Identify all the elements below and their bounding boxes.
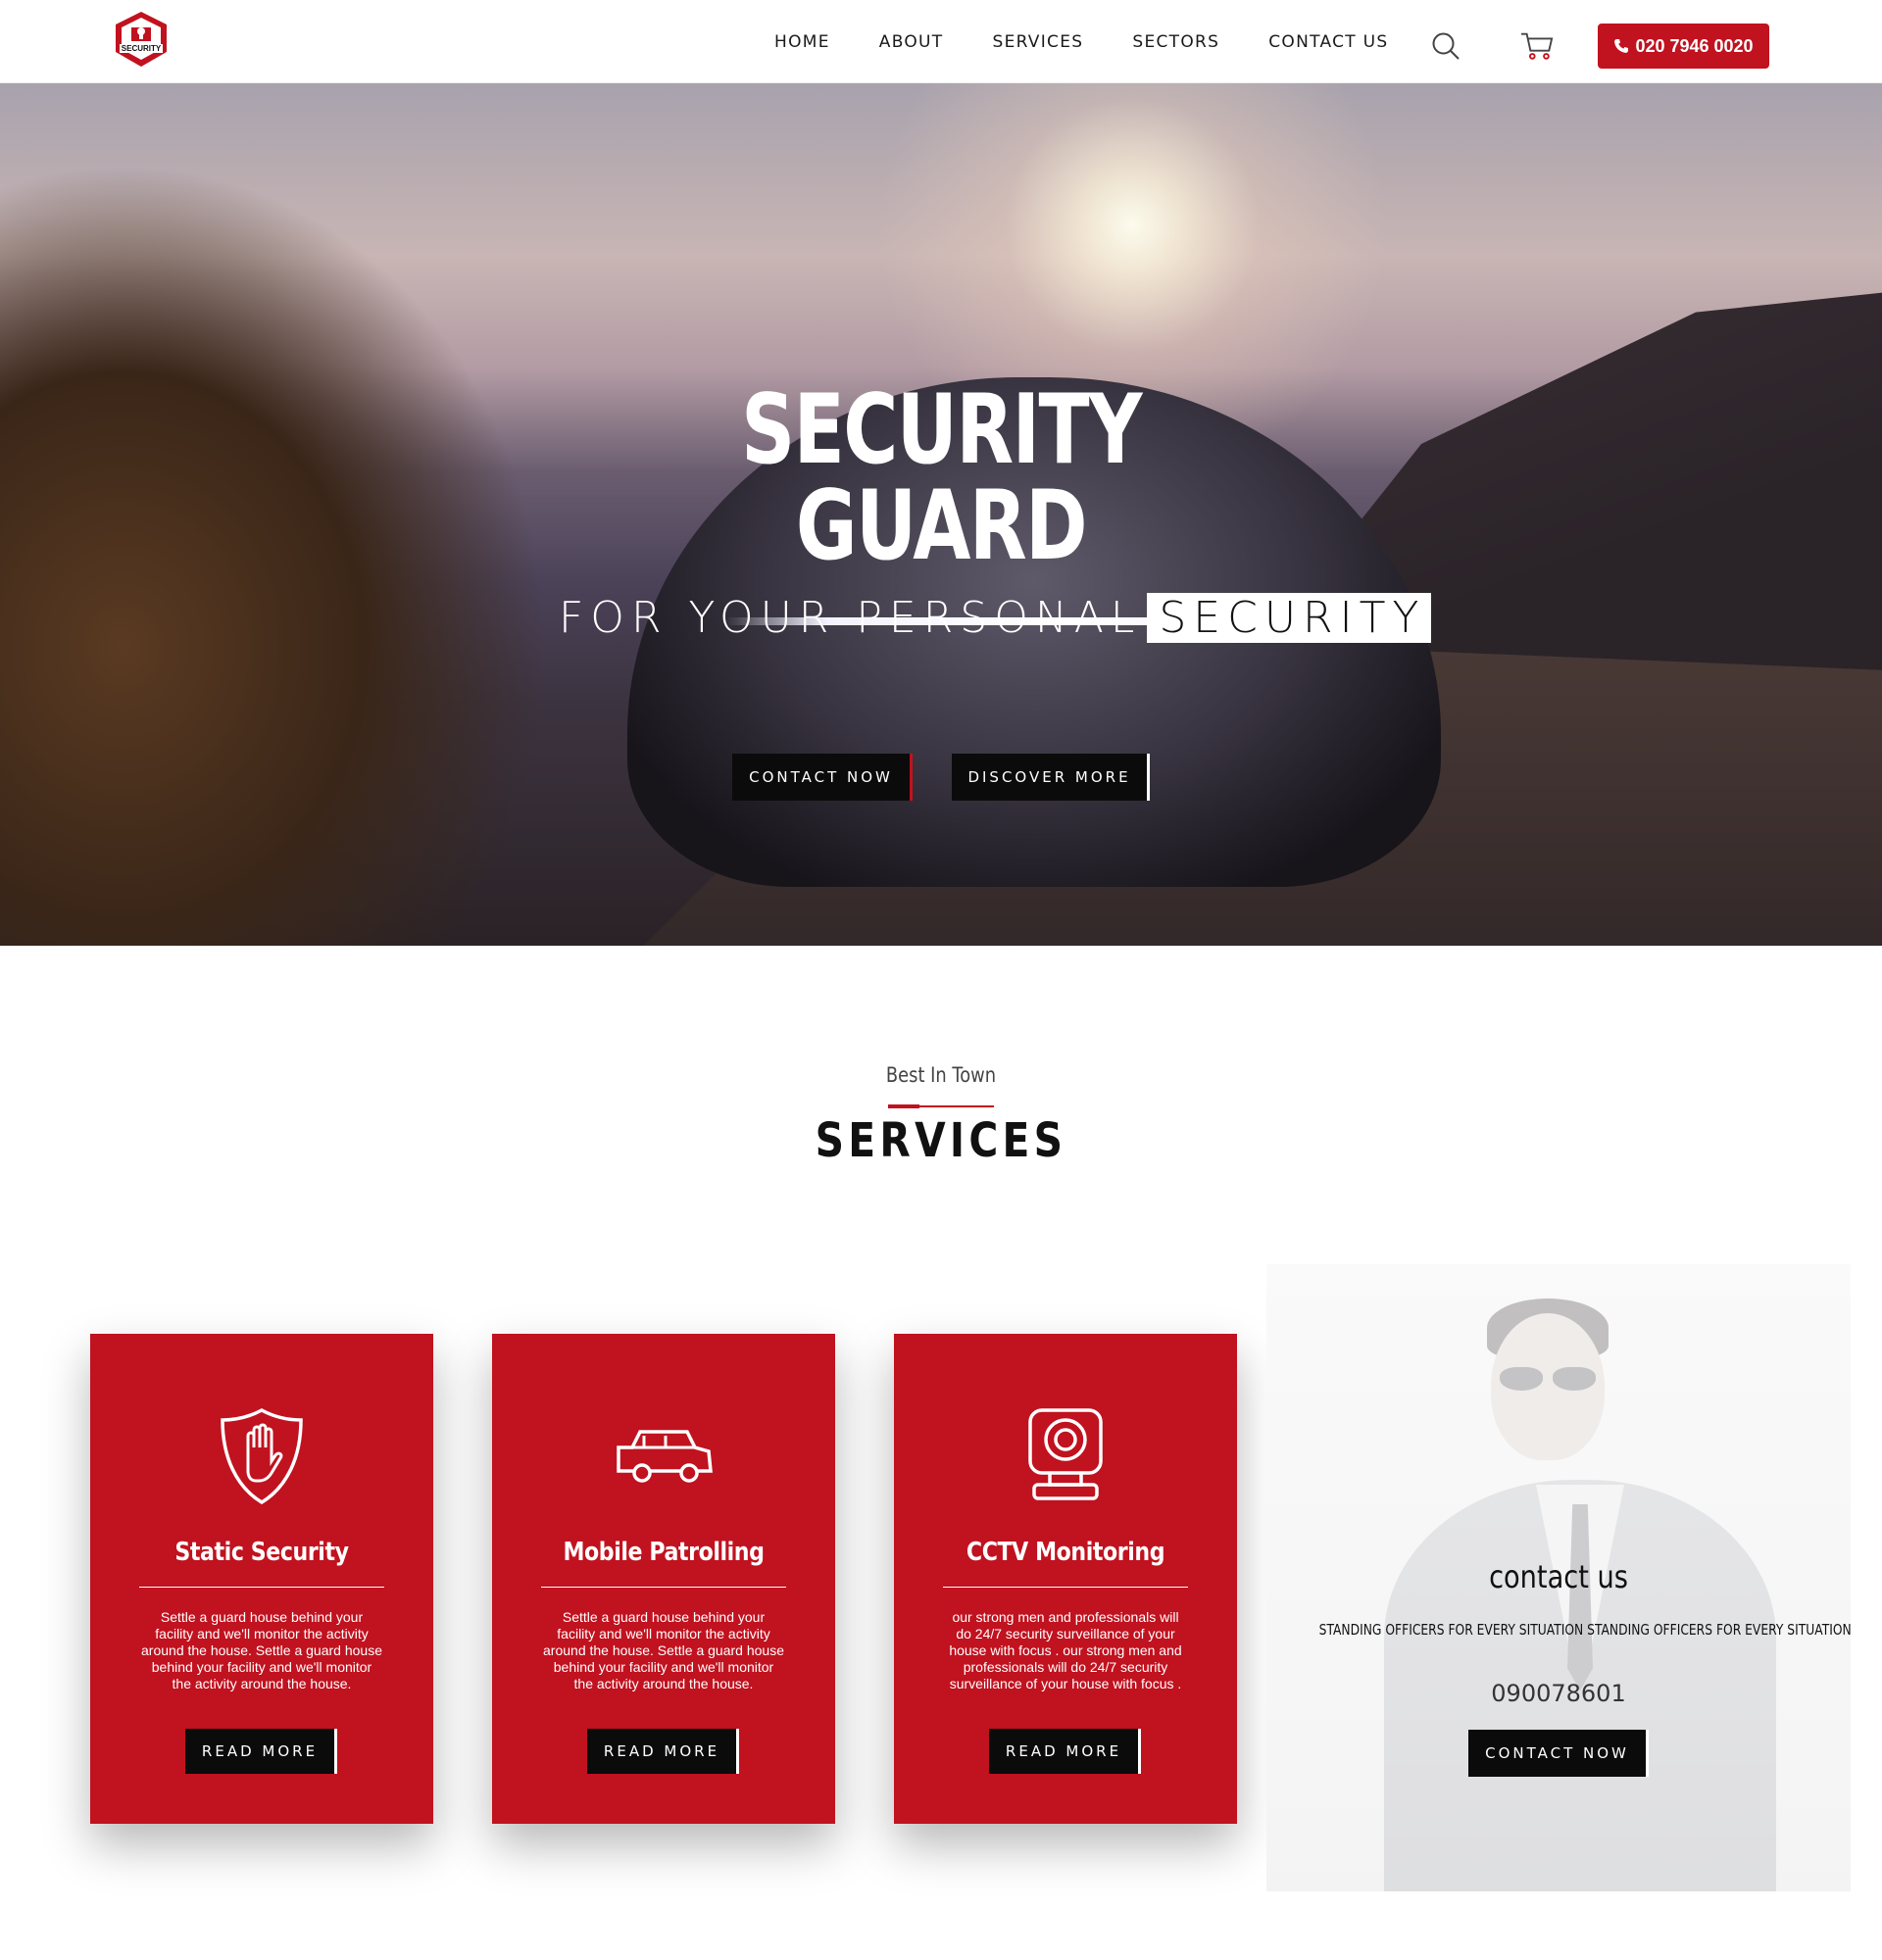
logo-text: SECURITY	[122, 44, 162, 53]
search-icon	[1432, 32, 1460, 60]
cart-button[interactable]	[1520, 29, 1554, 63]
service-card-mobile-patrolling: Mobile Patrolling Settle a guard house b…	[492, 1334, 835, 1824]
services-divider	[888, 1104, 994, 1108]
services-title: SERVICES	[815, 1113, 1067, 1168]
hero-subtitle-prefix: FOR YOUR PERSONAL	[559, 592, 1142, 643]
nav-about[interactable]: ABOUT	[879, 32, 944, 52]
services-kicker: Best In Town	[885, 1063, 997, 1087]
shield-hand-icon	[203, 1402, 321, 1510]
hero-section: SECURITY GUARD FOR YOUR PERSONAL SECURIT…	[0, 83, 1882, 946]
card-text: Settle a guard house behind your facilit…	[543, 1609, 784, 1691]
read-more-button[interactable]: READ MORE	[989, 1729, 1141, 1774]
hero-title-line2: GUARD	[795, 470, 1088, 582]
phone-number: 020 7946 0020	[1635, 35, 1754, 56]
card-title: Mobile Patrolling	[563, 1538, 765, 1567]
card-text: Settle a guard house behind your facilit…	[141, 1609, 382, 1691]
card-title: Static Security	[174, 1538, 349, 1567]
contact-now-button[interactable]: CONTACT NOW	[1468, 1730, 1649, 1777]
card-text: our strong men and professionals will do…	[949, 1609, 1182, 1691]
nav-services[interactable]: SERVICES	[992, 32, 1083, 52]
read-more-button[interactable]: READ MORE	[185, 1729, 337, 1774]
site-header: SECURITY HOME ABOUT SERVICES SECTORS CON…	[0, 0, 1882, 83]
hero-contact-now-button[interactable]: CONTACT NOW	[732, 754, 913, 801]
hero-title-line1: SECURITY	[741, 374, 1142, 486]
nav-home[interactable]: HOME	[774, 32, 830, 52]
phone-button[interactable]: 020 7946 0020	[1598, 24, 1769, 69]
contact-panel: contact us STANDING OFFICERS FOR EVERY S…	[1266, 1264, 1851, 1891]
nav-contact-us[interactable]: CONTACT US	[1268, 32, 1388, 52]
hero-subtitle: FOR YOUR PERSONAL SECURITY	[559, 589, 1432, 646]
hero-subtitle-highlight: SECURITY	[1147, 592, 1432, 643]
service-card-static-security: Static Security Settle a guard house beh…	[90, 1334, 433, 1824]
logo-shield-icon: SECURITY	[116, 12, 167, 67]
patrol-car-icon	[605, 1402, 722, 1510]
read-more-button[interactable]: READ MORE	[587, 1729, 739, 1774]
card-rule	[139, 1587, 384, 1588]
contact-tagline: STANDING OFFICERS FOR EVERY SITUATION ST…	[1318, 1621, 1851, 1639]
card-rule	[943, 1587, 1188, 1588]
card-rule	[541, 1587, 786, 1588]
cart-icon	[1520, 32, 1554, 60]
card-title: CCTV Monitoring	[966, 1538, 1165, 1567]
contact-number: 090078601	[1491, 1680, 1626, 1707]
main-nav: HOME ABOUT SERVICES SECTORS CONTACT US	[774, 0, 1438, 83]
cctv-camera-icon	[1007, 1402, 1124, 1510]
contact-title: contact us	[1489, 1558, 1628, 1595]
service-card-cctv-monitoring: CCTV Monitoring our strong men and profe…	[894, 1334, 1237, 1824]
hero-discover-more-button[interactable]: DISCOVER MORE	[952, 754, 1150, 801]
phone-icon	[1614, 39, 1629, 53]
nav-sectors[interactable]: SECTORS	[1132, 32, 1219, 52]
logo[interactable]: SECURITY	[110, 8, 173, 71]
hero-title: SECURITY GUARD	[207, 382, 1675, 574]
search-button[interactable]	[1429, 29, 1462, 63]
